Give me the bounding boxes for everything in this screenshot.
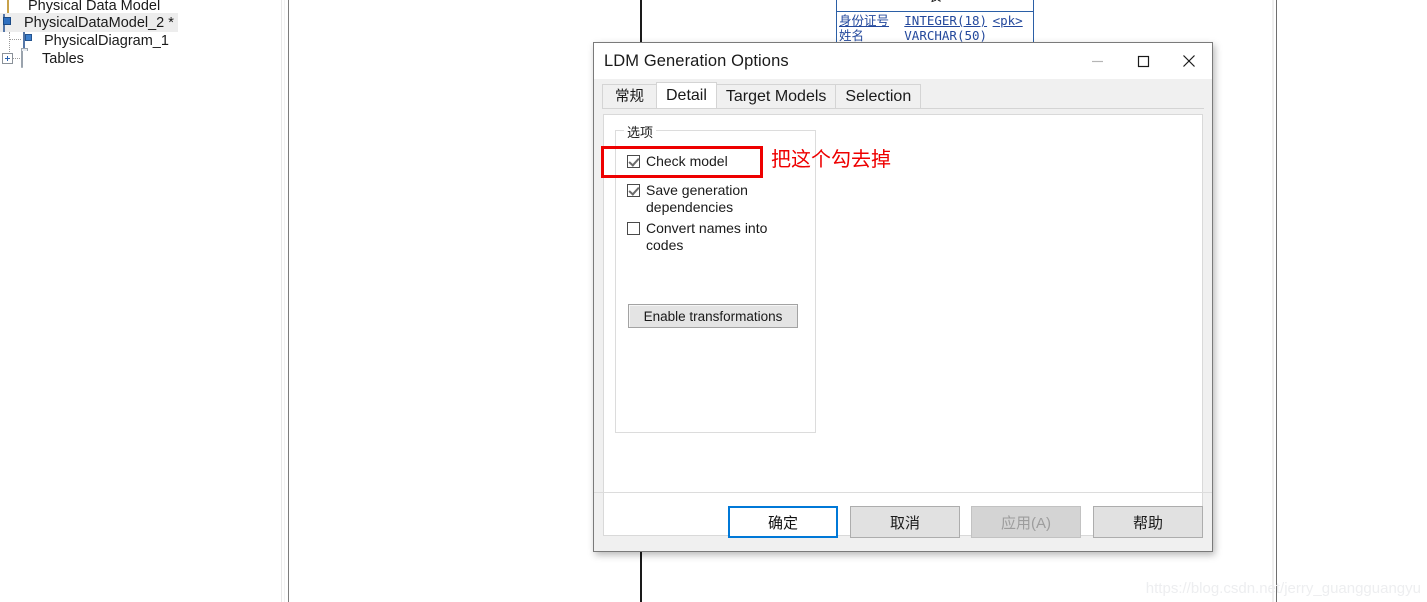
tree-item-physicaldatamodel-2[interactable]: PhysicalDataModel_2 * bbox=[0, 13, 178, 32]
panel-divider[interactable] bbox=[288, 0, 289, 602]
tree-item-physicaldiagram-1[interactable]: PhysicalDiagram_1 bbox=[22, 31, 169, 50]
expand-tables-icon[interactable] bbox=[2, 53, 13, 64]
watermark: https://blog.csdn.net/jerry_guangguangyu bbox=[1145, 580, 1421, 597]
dialog-tab-strip[interactable]: 常规 Detail Target Models Selection bbox=[602, 81, 1204, 109]
tree-connector-branch bbox=[9, 39, 21, 40]
apply-button: 应用(A) bbox=[971, 506, 1081, 538]
ldm-generation-options-dialog[interactable]: LDM Generation Options 常规 Detail Target … bbox=[593, 42, 1213, 552]
checkbox-label: Check model bbox=[646, 153, 728, 169]
folder-icon bbox=[6, 0, 24, 15]
entity-table-row: 身份证号 INTEGER(18) <pk> bbox=[839, 13, 1031, 28]
folder-grey-icon bbox=[20, 50, 38, 68]
column-key: <pk> bbox=[992, 13, 1023, 28]
tab-target-models[interactable]: Target Models bbox=[715, 84, 837, 108]
checkbox-label: Save generation dependencies bbox=[646, 182, 748, 215]
tree-item-label: PhysicalDiagram_1 bbox=[44, 32, 169, 49]
checkbox-check-model[interactable]: Check model bbox=[627, 153, 774, 170]
model-icon bbox=[2, 14, 20, 32]
panel-divider-light bbox=[281, 0, 282, 602]
tree-item-tables[interactable]: Tables bbox=[2, 49, 84, 68]
cancel-button[interactable]: 取消 bbox=[850, 506, 960, 538]
options-group-box: 选项 Check model Save generation dependenc… bbox=[615, 122, 816, 433]
tree-item-label: Tables bbox=[42, 50, 84, 67]
tree-connector-stub bbox=[13, 57, 20, 60]
minimize-icon bbox=[1091, 60, 1103, 62]
tab-selection[interactable]: Selection bbox=[835, 84, 922, 108]
tree-item-label: PhysicalDataModel_2 * bbox=[24, 14, 174, 31]
checkbox-convert-names-into-codes[interactable]: Convert names into codes bbox=[627, 220, 774, 254]
close-icon bbox=[1183, 55, 1195, 67]
column-key bbox=[993, 28, 1031, 43]
column-type: INTEGER(18) bbox=[904, 13, 988, 28]
window-controls bbox=[1074, 43, 1212, 79]
minimize-button[interactable] bbox=[1074, 43, 1120, 79]
checkbox-label: Convert names into codes bbox=[646, 220, 768, 253]
dialog-title: LDM Generation Options bbox=[604, 51, 789, 70]
entity-table-title: 表 bbox=[837, 0, 1033, 12]
tab-detail[interactable]: Detail bbox=[656, 82, 717, 108]
maximize-icon bbox=[1137, 55, 1149, 67]
column-name: 姓名 bbox=[839, 28, 865, 43]
enable-transformations-button[interactable]: Enable transformations bbox=[628, 304, 798, 328]
object-browser-tree[interactable]: Physical Data Model PhysicalDataModel_2 … bbox=[0, 0, 280, 602]
right-panel-divider[interactable] bbox=[1276, 0, 1277, 602]
dialog-title-bar[interactable]: LDM Generation Options bbox=[594, 43, 1212, 79]
panel-divider-light-2 bbox=[284, 0, 285, 602]
column-type: VARCHAR(50) bbox=[904, 28, 988, 43]
annotation-text: 把这个勾去掉 bbox=[771, 147, 891, 171]
dialog-button-bar: 确定 取消 应用(A) 帮助 bbox=[594, 492, 1212, 551]
tree-item-label: Physical Data Model bbox=[28, 0, 161, 14]
entity-table-shape[interactable]: 表 身份证号 INTEGER(18) <pk> 姓名 VARCHAR(50) bbox=[836, 0, 1034, 44]
checkbox-save-generation-dependencies[interactable]: Save generation dependencies bbox=[627, 182, 774, 216]
checkbox-checked-icon[interactable] bbox=[627, 184, 640, 197]
checkbox-unchecked-icon[interactable] bbox=[627, 222, 640, 235]
ok-button[interactable]: 确定 bbox=[728, 506, 838, 538]
maximize-button[interactable] bbox=[1120, 43, 1166, 79]
entity-table-row: 姓名 VARCHAR(50) bbox=[839, 28, 1031, 43]
options-group-legend: 选项 bbox=[624, 122, 657, 141]
tab-general[interactable]: 常规 bbox=[602, 84, 657, 108]
checkbox-checked-icon[interactable] bbox=[627, 155, 640, 168]
column-name: 身份证号 bbox=[839, 13, 890, 28]
right-panel-divider-light bbox=[1272, 0, 1274, 602]
diagram-icon bbox=[22, 32, 40, 50]
detail-tab-panel: 选项 Check model Save generation dependenc… bbox=[603, 114, 1203, 536]
help-button[interactable]: 帮助 bbox=[1093, 506, 1203, 538]
entity-table-columns: 身份证号 INTEGER(18) <pk> 姓名 VARCHAR(50) bbox=[837, 12, 1033, 43]
close-button[interactable] bbox=[1166, 43, 1212, 79]
